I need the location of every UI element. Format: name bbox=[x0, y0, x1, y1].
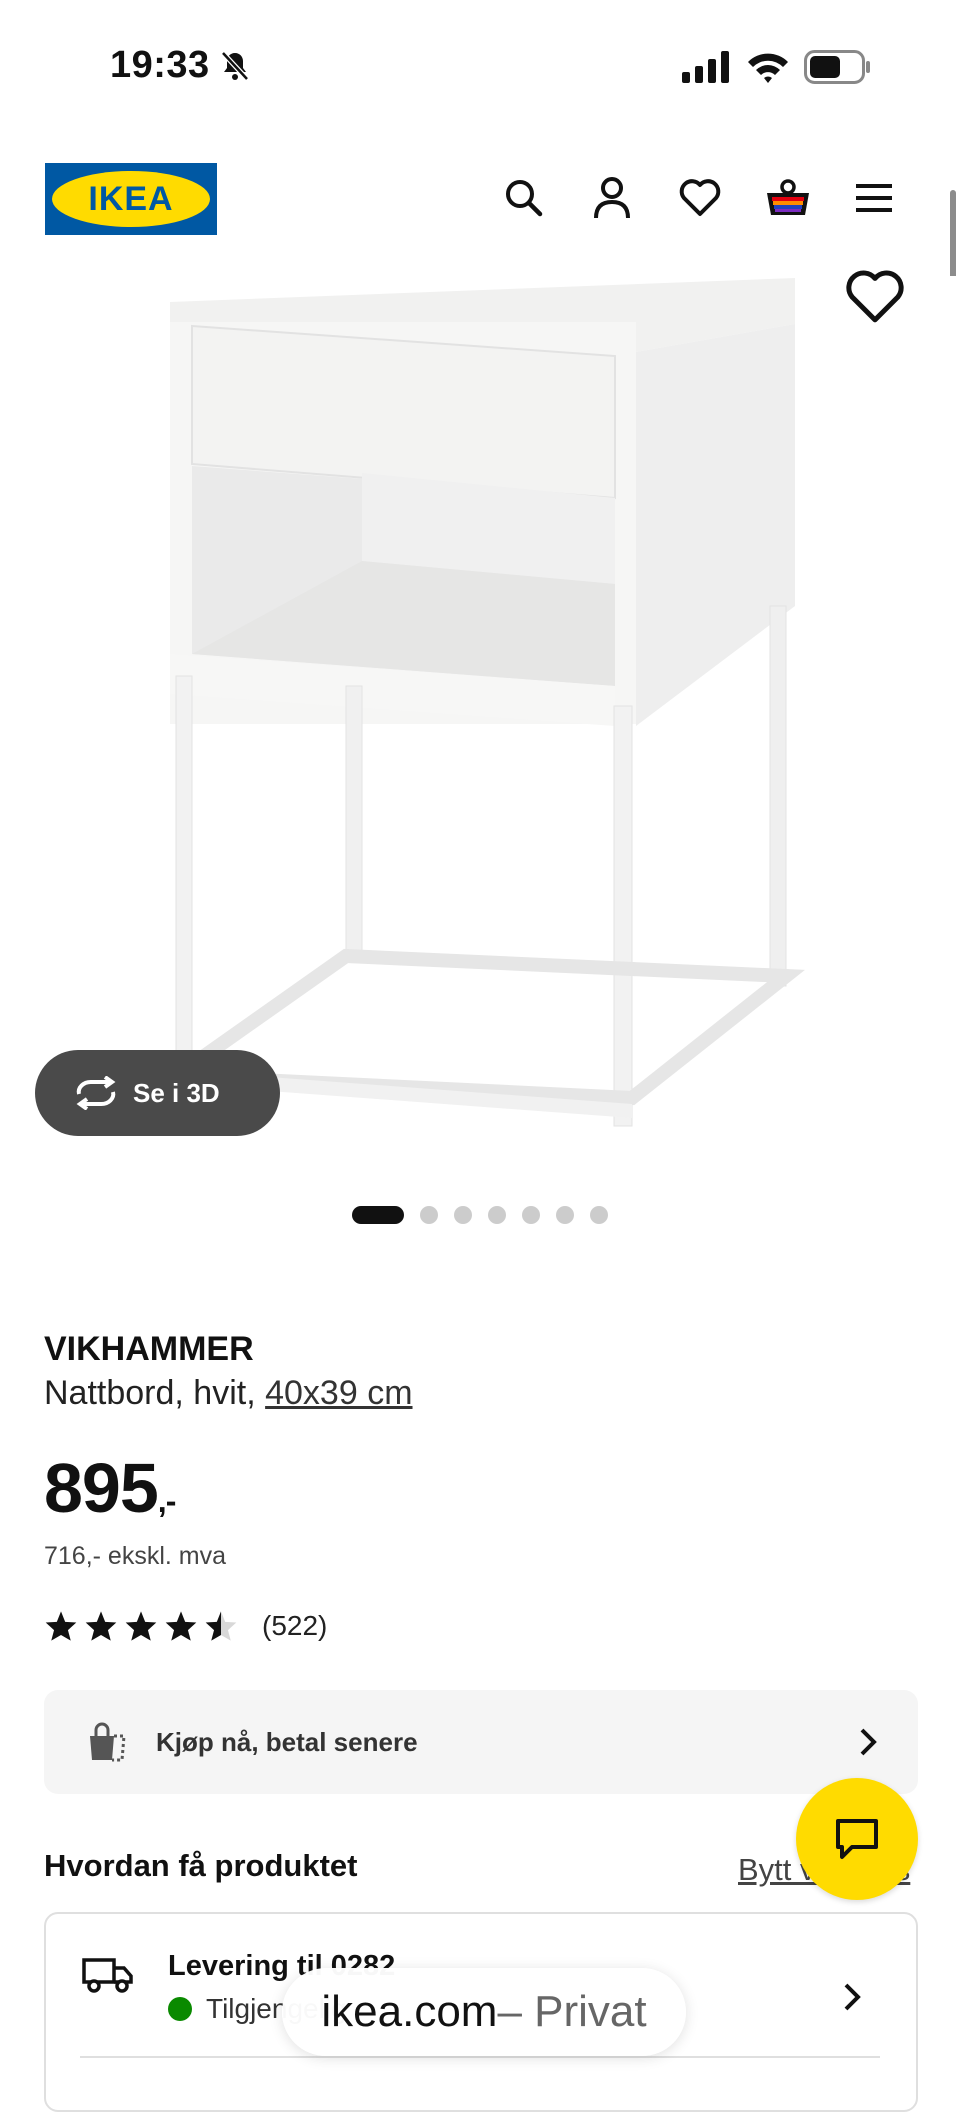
pagination-dot[interactable] bbox=[352, 1206, 404, 1224]
pay-later-banner[interactable]: Kjøp nå, betal senere bbox=[44, 1690, 918, 1794]
star-icon bbox=[165, 1611, 197, 1641]
pagination-dot[interactable] bbox=[420, 1206, 438, 1224]
half-star-icon bbox=[205, 1611, 237, 1641]
browser-url-bar[interactable]: ikea.com – Privat bbox=[282, 1968, 686, 2056]
shopping-bag-icon bbox=[90, 1722, 126, 1762]
star-icon bbox=[45, 1611, 77, 1641]
rotate-3d-icon bbox=[76, 1076, 116, 1110]
wifi-icon bbox=[748, 53, 788, 83]
chat-button[interactable] bbox=[796, 1778, 918, 1900]
bell-muted-icon bbox=[220, 50, 249, 81]
chat-icon bbox=[836, 1819, 878, 1859]
cart-icon[interactable] bbox=[760, 170, 816, 226]
star-icon bbox=[85, 1611, 117, 1641]
signal-icon bbox=[682, 51, 729, 83]
divider bbox=[80, 2056, 880, 2058]
save-favorite-icon[interactable] bbox=[845, 268, 905, 331]
available-dot bbox=[168, 1997, 192, 2021]
price-value: 895 bbox=[44, 1449, 159, 1527]
image-pagination bbox=[0, 1206, 960, 1224]
pagination-dot[interactable] bbox=[590, 1206, 608, 1224]
product-rating[interactable]: (522) bbox=[44, 1610, 327, 1642]
view-3d-button[interactable]: Se i 3D bbox=[35, 1050, 280, 1136]
chevron-right-icon[interactable] bbox=[842, 1982, 862, 2017]
view-3d-label: Se i 3D bbox=[133, 1077, 220, 1108]
menu-icon[interactable] bbox=[846, 170, 902, 226]
ikea-logo[interactable]: IKEA bbox=[45, 163, 217, 235]
star-icon bbox=[125, 1611, 157, 1641]
product-image[interactable] bbox=[0, 276, 960, 1176]
chevron-right-icon bbox=[860, 1728, 877, 1756]
logo-text: IKEA bbox=[88, 179, 174, 218]
status-icons bbox=[682, 50, 872, 84]
product-description: Nattbord, hvit, 40x39 cm bbox=[44, 1374, 413, 1413]
url-mode: – Privat bbox=[497, 1987, 647, 2036]
price-ex-vat: 716,- ekskl. mva bbox=[44, 1542, 227, 1570]
pagination-dot[interactable] bbox=[488, 1206, 506, 1224]
product-dimension-link[interactable]: 40x39 cm bbox=[265, 1374, 412, 1412]
product-price: 895,- bbox=[44, 1448, 177, 1528]
search-icon[interactable] bbox=[496, 170, 552, 226]
pay-later-label: Kjøp nå, betal senere bbox=[156, 1726, 418, 1757]
rating-count: (522) bbox=[262, 1610, 328, 1641]
status-time: 19:33 bbox=[110, 44, 250, 87]
product-type: Nattbord, hvit, bbox=[44, 1374, 256, 1412]
how-to-get-heading: Hvordan få produktet bbox=[44, 1848, 358, 1883]
url-domain: ikea.com bbox=[321, 1987, 498, 2036]
pagination-dot[interactable] bbox=[556, 1206, 574, 1224]
logo-oval: IKEA bbox=[52, 171, 210, 227]
clock: 19:33 bbox=[110, 44, 210, 86]
pagination-dot[interactable] bbox=[522, 1206, 540, 1224]
battery-icon bbox=[804, 50, 870, 84]
price-suffix: ,- bbox=[157, 1483, 177, 1519]
pagination-dot[interactable] bbox=[454, 1206, 472, 1224]
heart-icon[interactable] bbox=[672, 170, 728, 226]
user-icon[interactable] bbox=[584, 170, 640, 226]
truck-icon bbox=[82, 1956, 134, 1999]
product-name: VIKHAMMER bbox=[44, 1330, 254, 1368]
